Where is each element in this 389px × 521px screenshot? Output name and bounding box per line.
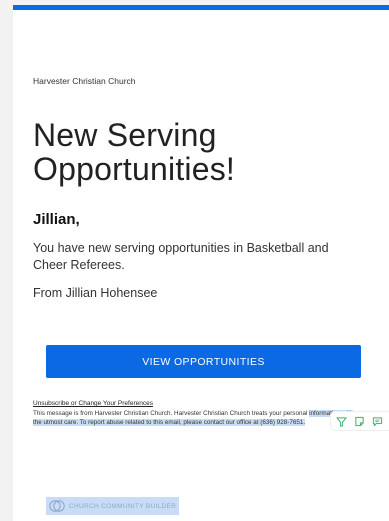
view-opportunities-button[interactable]: VIEW OPPORTUNITIES bbox=[46, 345, 361, 378]
headline-line-1: New Serving bbox=[33, 117, 217, 153]
message-body: You have new serving opportunities in Ba… bbox=[33, 241, 329, 272]
disclaimer: This message is from Harvester Christian… bbox=[33, 410, 363, 427]
page-title: New Serving Opportunities! bbox=[33, 118, 333, 186]
footer-brand[interactable]: CHURCH COMMUNITY BUILDER bbox=[46, 497, 180, 515]
note-icon[interactable] bbox=[353, 415, 365, 427]
annotation-toolbar bbox=[331, 412, 389, 430]
church-name: Harvester Christian Church bbox=[33, 76, 136, 86]
comment-icon[interactable] bbox=[371, 415, 383, 427]
footer-brand-text: CHURCH COMMUNITY BUILDER bbox=[69, 502, 177, 510]
headline-line-2: Opportunities! bbox=[33, 151, 236, 187]
highlighter-icon[interactable] bbox=[335, 415, 347, 427]
greeting: Jillian, bbox=[33, 211, 80, 228]
disclaimer-part-1: This message is from Harvester Christian… bbox=[33, 410, 308, 417]
email-card: Harvester Christian Church New Serving O… bbox=[13, 5, 389, 521]
signature: From Jillian Hohensee bbox=[33, 286, 158, 300]
ccb-logo-icon bbox=[49, 500, 65, 512]
unsubscribe-link[interactable]: Unsubscribe or Change Your Preferences bbox=[33, 400, 153, 407]
